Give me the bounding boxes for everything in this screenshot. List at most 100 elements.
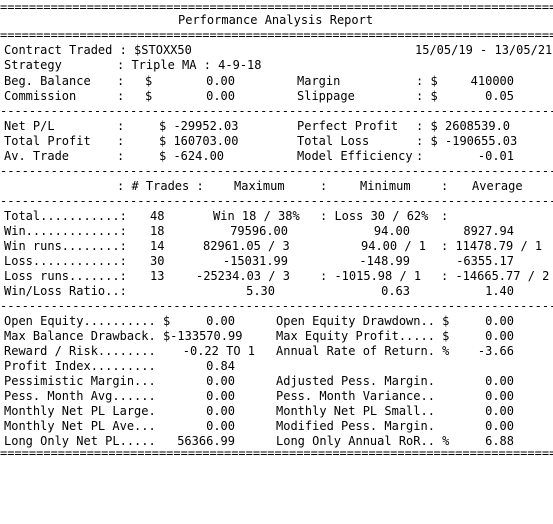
- trades-row-label: Total...........:: [4, 209, 127, 223]
- trades-row-avg: 8927.94: [463, 224, 514, 238]
- model-efficiency-colon: :: [416, 149, 424, 163]
- stats-left-label: Open Equity.......... $: [4, 314, 171, 328]
- trades-row-min: 0.63: [381, 284, 410, 298]
- total-profit-colon: :: [117, 134, 125, 148]
- stats-row-max-balance: Max Balance Drawback. $-133570.99 Max Eq…: [0, 329, 553, 344]
- stats-right-label: Max Equity Profit..... $: [276, 329, 450, 343]
- beg-balance-currency: $: [145, 74, 153, 88]
- trades-top-separator: ----------------------------------------…: [0, 164, 553, 178]
- contract-dates: 15/05/19 - 13/05/21: [415, 43, 553, 57]
- report-title: Performance Analysis Report: [178, 13, 374, 27]
- total-profit-label: Total Profit: [4, 134, 91, 148]
- bottom-separator: ========================================…: [0, 446, 553, 460]
- net-pl-row: Net P/L : $ -29952.03 Perfect Profit : $…: [0, 119, 553, 134]
- commission-colon: :: [117, 89, 125, 103]
- trades-row-win-runs: Win runs........: 14 82961.05 / 3 94.00 …: [0, 239, 553, 254]
- trades-row-count: 13: [150, 269, 165, 283]
- commission-label: Commission: [4, 89, 77, 103]
- stats-left-label: Profit Index.........: [4, 359, 156, 373]
- trades-header-maximum: Maximum: [234, 179, 285, 193]
- trades-header-colon-1: :: [320, 179, 328, 193]
- strategy-label: Strategy: [4, 58, 62, 72]
- trades-row-label: Win runs........:: [4, 239, 127, 253]
- net-pl-label: Net P/L: [4, 119, 55, 133]
- trades-row-label: Loss............:: [4, 254, 127, 268]
- trades-row-max: 5.30: [246, 284, 275, 298]
- stats-right-value: 0.00: [485, 329, 514, 343]
- stats-right-value: -3.66: [477, 344, 514, 358]
- contract-row: Contract Traded : $STOXX50 15/05/19 - 13…: [0, 43, 553, 58]
- stats-row-open-equity: Open Equity.......... $ 0.00 Open Equity…: [0, 314, 553, 329]
- stats-left-value: 0.00: [206, 389, 235, 403]
- trades-row-count: 18: [150, 224, 165, 238]
- trades-row-avg: :: [441, 209, 449, 223]
- total-loss-label: Total Loss: [297, 134, 370, 148]
- margin-value: 410000: [470, 74, 514, 88]
- trades-row-label: Win/Loss Ratio..:: [4, 284, 127, 298]
- stats-left-value: 0.00: [206, 419, 235, 433]
- av-trade-row: Av. Trade : $ -624.00 Model Efficiency :…: [0, 149, 553, 164]
- trades-header-colon-2: :: [441, 179, 449, 193]
- trades-row-avg: : 11478.79 / 1: [441, 239, 543, 253]
- trades-row-avg: -6355.17: [456, 254, 514, 268]
- trades-row-avg: 1.40: [485, 284, 514, 298]
- stats-left-label: Pessimistic Margin...: [4, 374, 156, 388]
- trades-header-separator: ----------------------------------------…: [0, 194, 553, 208]
- contract-label: Contract Traded : $STOXX50: [4, 43, 192, 57]
- trades-row-min: 94.00: [373, 224, 410, 238]
- trades-header-average: Average: [472, 179, 523, 193]
- stats-right-label: Open Equity Drawdown.. $: [276, 314, 450, 328]
- trades-header-minimum: Minimum: [360, 179, 411, 193]
- model-efficiency-value: -0.01: [477, 149, 514, 163]
- trades-row-count: 14: [150, 239, 165, 253]
- beg-balance-value: 0.00: [206, 74, 235, 88]
- stats-right-value: 0.00: [485, 404, 514, 418]
- strategy-row: Strategy : Triple MA : 4-9-18: [0, 58, 553, 73]
- trades-row-max: -25234.03 / 3: [196, 269, 290, 283]
- stats-right-label: Pess. Month Variance..: [276, 389, 435, 403]
- stats-right-value: 0.00: [485, 314, 514, 328]
- stats-left-label: Max Balance Drawback. $-133570.99: [4, 329, 243, 343]
- slippage-label: Slippage: [297, 89, 355, 103]
- stats-left-value: 0.00: [206, 404, 235, 418]
- stats-right-label: Adjusted Pess. Margin.: [276, 374, 435, 388]
- net-pl-colon: :: [117, 119, 125, 133]
- stats-right-label: Monthly Net PL Small..: [276, 404, 435, 418]
- trades-row-count: 48: [150, 209, 165, 223]
- stats-left-value: -0.22 TO 1: [182, 344, 255, 358]
- stats-right-value: 0.00: [485, 419, 514, 433]
- commission-value: 0.00: [206, 89, 235, 103]
- total-loss-value: -190655.03: [445, 134, 518, 148]
- net-pl-value: $ -29952.03: [159, 119, 239, 133]
- trades-row-total: Total...........: 48 Win 18 / 38% : Loss…: [0, 209, 553, 224]
- summary-dash-separator: ----------------------------------------…: [0, 104, 553, 118]
- title-separator: ========================================…: [0, 28, 553, 42]
- stats-right-label: Annual Rate of Return. %: [276, 344, 450, 358]
- trades-row-win: Win.............: 18 79596.00 94.00 8927…: [0, 224, 553, 239]
- perfect-profit-sym: : $: [416, 119, 438, 133]
- strategy-value: : Triple MA : 4-9-18: [117, 58, 262, 72]
- stats-right-value: 0.00: [485, 374, 514, 388]
- commission-row: Commission : $ 0.00 Slippage : $ 0.05: [0, 89, 553, 104]
- trades-header-count: : # Trades :: [117, 179, 204, 193]
- stats-left-label: Reward / Risk........: [4, 344, 156, 358]
- stats-left-value: 0.84: [206, 359, 235, 373]
- stats-right-value: 0.00: [485, 389, 514, 403]
- stats-right-label: Modified Pess. Margin.: [276, 419, 435, 433]
- stats-left-label: Monthly Net PL Ave...: [4, 419, 156, 433]
- perfect-profit-value: 2608539.0: [445, 119, 511, 133]
- trades-row-min: 94.00 / 1: [361, 239, 427, 253]
- slippage-sym: : $: [416, 89, 438, 103]
- stats-left-value: 0.00: [206, 374, 235, 388]
- total-loss-sym: : $: [416, 134, 438, 148]
- stats-left-value: 0.00: [206, 314, 235, 328]
- av-trade-label: Av. Trade: [4, 149, 70, 163]
- trades-row-min: : -1015.98 / 1: [320, 269, 422, 283]
- stats-row-pessimistic-margin: Pessimistic Margin... 0.00 Adjusted Pess…: [0, 374, 553, 389]
- total-profit-value: $ 160703.00: [159, 134, 239, 148]
- trades-row-max: 79596.00: [230, 224, 288, 238]
- av-trade-value: $ -624.00: [159, 149, 225, 163]
- total-profit-row: Total Profit : $ 160703.00 Total Loss : …: [0, 134, 553, 149]
- commission-currency: $: [145, 89, 153, 103]
- stats-top-separator: ----------------------------------------…: [0, 299, 553, 313]
